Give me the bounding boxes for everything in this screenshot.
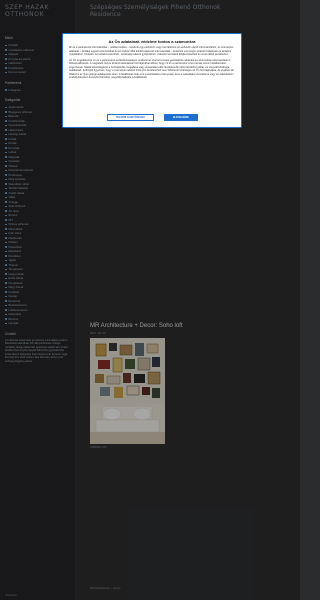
more-options-button[interactable]: További lehetőségek [106,114,154,121]
consent-paragraph-2: Az Ön engedélyével mi és a partnereink e… [69,58,234,80]
consent-modal: Az Ön adatainak védelme fontos a számunk… [62,33,242,128]
consent-paragraph-1: Mi és a partnereink információkat – péld… [69,46,234,56]
consent-buttons: További lehetőségek Elfogadom [63,114,241,121]
accept-button[interactable]: Elfogadom [163,114,198,121]
consent-title: Az Ön adatainak védelme fontos a számunk… [108,39,196,44]
